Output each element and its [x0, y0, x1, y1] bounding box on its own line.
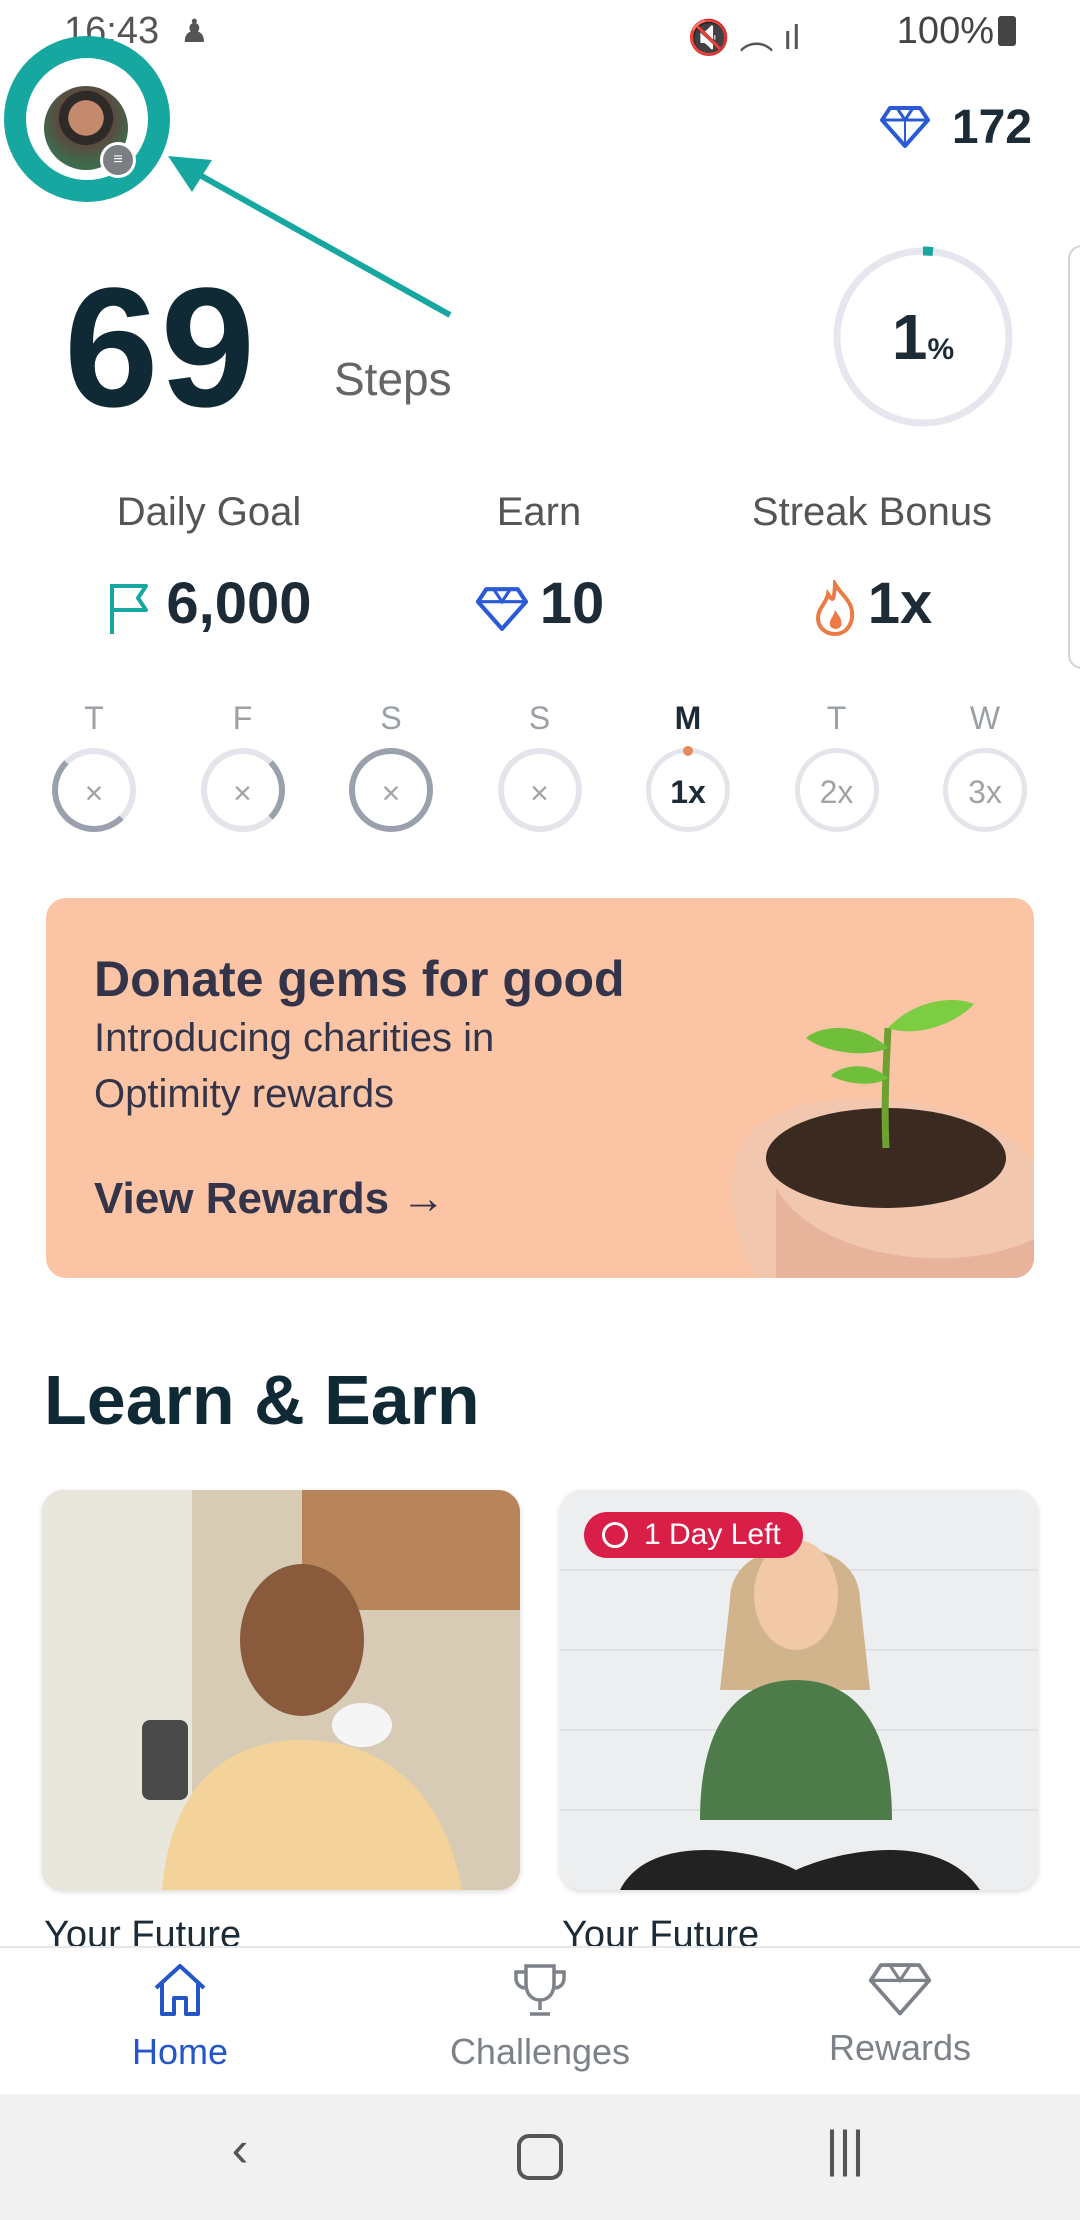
daily-goal-number: 6,000 — [166, 571, 312, 636]
learn-earn-title: Learn & Earn — [44, 1361, 480, 1439]
gem-icon — [880, 106, 930, 148]
view-rewards-link[interactable]: View Rewards → — [94, 1174, 445, 1224]
day-letter: S — [528, 700, 551, 736]
day-letter: S — [380, 700, 402, 736]
home-square — [517, 2134, 563, 2180]
menu-icon[interactable]: ≡ — [100, 142, 136, 178]
daily-goal-value[interactable]: 6,000 — [44, 570, 374, 637]
earn-label: Earn — [496, 490, 582, 534]
notification-icon: ♟ — [180, 13, 209, 49]
flame-icon — [815, 579, 854, 636]
gem-balance[interactable]: 172 — [952, 100, 1032, 155]
day-streak-circle: × — [200, 748, 285, 832]
day-streak-circle: × — [497, 748, 582, 832]
battery-percent: 100% — [896, 10, 994, 52]
recents-icon[interactable]: ||| — [805, 2120, 885, 2190]
nav-rewards-label: Rewards — [828, 2027, 972, 2068]
progress-value: 1 — [891, 301, 928, 373]
home-icon — [154, 1964, 206, 2016]
banner-title: Donate gems for good — [94, 951, 625, 1007]
day-streak-circle: × — [52, 748, 136, 832]
banner-subtitle: Introducing charities in Optimity reward… — [94, 1016, 495, 1116]
day-streak-circle: 3x — [943, 748, 1027, 832]
trophy-icon — [514, 1964, 566, 2016]
nav-home-label: Home — [131, 2031, 229, 2072]
clock-icon — [602, 1522, 628, 1548]
step-count: 69 — [64, 253, 258, 443]
streak-bonus-value[interactable]: 1x — [707, 570, 1037, 637]
nav-rewards[interactable]: Rewards — [750, 1960, 1050, 2069]
signal-icons: 🔇 ︵ ıl — [687, 19, 800, 57]
donate-banner[interactable]: Donate gems for good Introducing chariti… — [46, 898, 1034, 1278]
streak-bonus-label: Streak Bonus — [751, 490, 993, 534]
status-bar: 16:43 ♟ 🔇 ︵ ıl 100% — [0, 0, 1080, 64]
day-streak-circle: × — [349, 748, 433, 832]
day-letter: F — [232, 700, 253, 736]
flag-icon — [110, 583, 149, 634]
battery-icon — [998, 16, 1016, 46]
steps-label: Steps — [334, 353, 452, 405]
learn-card-1[interactable] — [42, 1490, 520, 1890]
streak-number: 1x — [867, 571, 933, 636]
day-streak-circle: 1x — [646, 748, 730, 832]
day-letter: M — [674, 700, 702, 736]
earn-number: 10 — [539, 571, 605, 636]
nav-challenges-label: Challenges — [449, 2031, 631, 2072]
day-streak-circle: 2x — [794, 748, 879, 832]
earn-value[interactable]: 10 — [374, 570, 704, 637]
day-letter: T — [84, 700, 104, 736]
man-with-phone-photo — [42, 1490, 520, 1890]
day-letter: W — [969, 700, 1001, 736]
plant-in-hands-illustration — [732, 999, 1034, 1278]
progress-percent: 1% — [828, 300, 1018, 374]
today-marker — [683, 746, 693, 756]
gem-icon — [475, 586, 528, 631]
progress-unit: % — [927, 333, 955, 366]
nav-home[interactable]: Home — [30, 1960, 330, 2073]
side-panel-handle[interactable] — [1068, 245, 1080, 669]
gem-icon — [868, 1963, 932, 2016]
home-button-icon[interactable] — [500, 2120, 580, 2190]
daily-goal-label: Daily Goal — [116, 490, 302, 534]
nav-challenges[interactable]: Challenges — [390, 1960, 690, 2073]
day-letter: T — [826, 700, 847, 736]
back-icon[interactable]: ‹ — [200, 2120, 280, 2190]
